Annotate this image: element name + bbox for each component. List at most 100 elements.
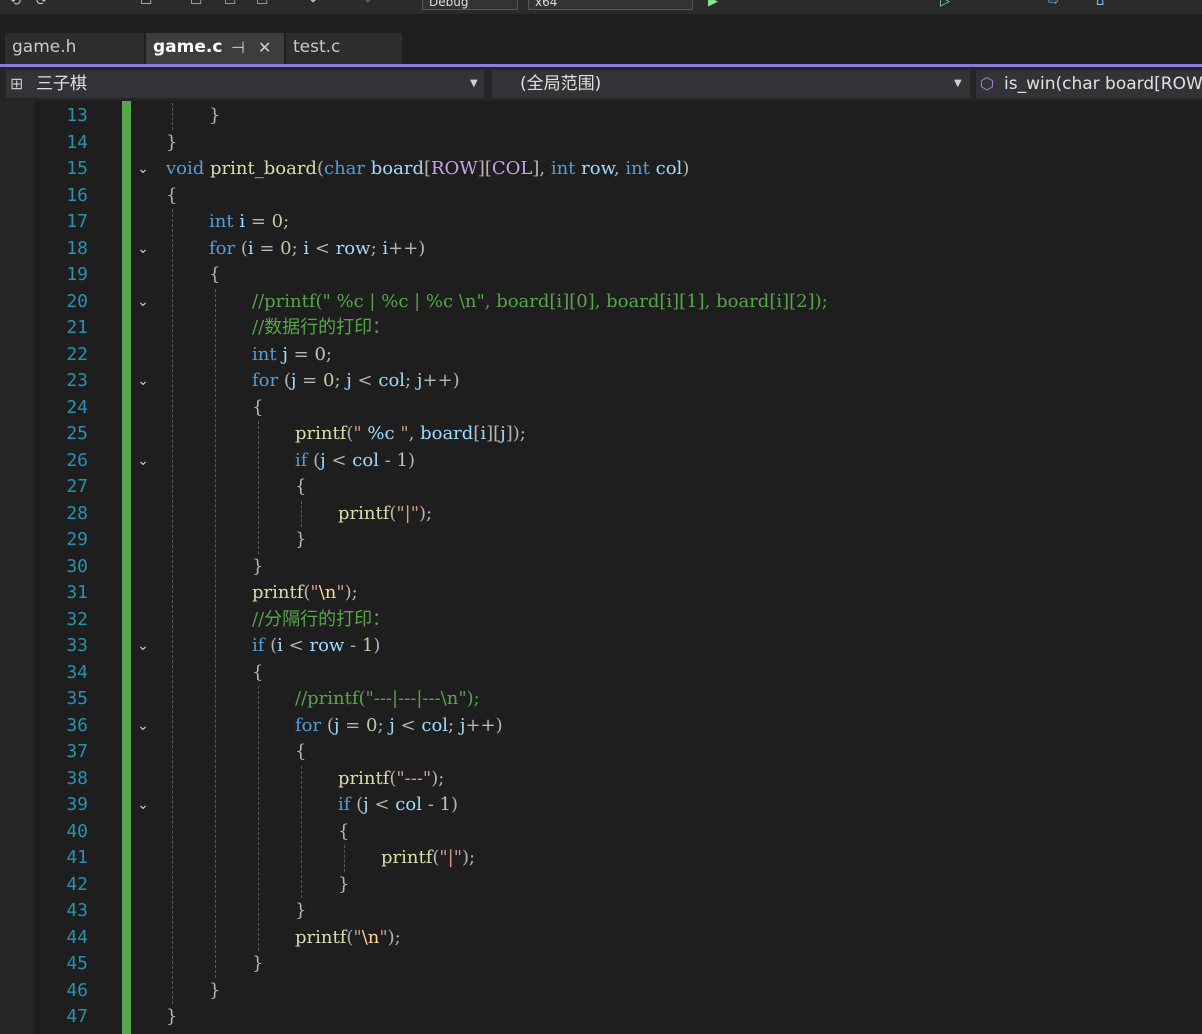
code-token: - <box>421 794 440 815</box>
line-number: 46 <box>66 979 88 1001</box>
forward-icon[interactable]: ⟳ <box>36 0 47 9</box>
redo-icon[interactable]: ↷ <box>360 0 371 9</box>
change-tracking-bar <box>122 101 131 1034</box>
code-line[interactable]: { <box>252 660 263 686</box>
code-line[interactable]: { <box>166 183 177 209</box>
code-token: for <box>252 370 279 391</box>
code-token: < <box>394 714 422 736</box>
code-line[interactable]: } <box>295 527 306 553</box>
solution-explorer-icon[interactable]: ⌂ <box>1096 0 1104 9</box>
code-token: } <box>295 900 307 921</box>
code-line[interactable]: for (i = 0; i < row; i++) <box>209 236 425 262</box>
line-number: 34 <box>66 661 88 683</box>
code-line[interactable]: } <box>252 951 263 977</box>
undo-icon[interactable]: ↶ <box>310 0 321 9</box>
code-token: if <box>252 635 265 656</box>
tab-test-c[interactable]: test.c <box>286 33 402 64</box>
start-without-debug-icon[interactable]: ▷ <box>940 0 950 9</box>
save-icon[interactable]: ▭ <box>224 0 236 9</box>
code-line[interactable]: printf("---"); <box>338 766 444 792</box>
fold-chevron-icon[interactable]: ⌄ <box>133 289 153 315</box>
fold-chevron-icon[interactable]: ⌄ <box>133 792 153 818</box>
fold-chevron-icon[interactable]: ⌄ <box>133 368 153 394</box>
code-token: for <box>295 714 322 736</box>
code-line[interactable]: { <box>295 739 306 765</box>
fold-chevron-icon[interactable]: ⌄ <box>133 713 153 739</box>
code-token: //printf(" %c | %c | %c \n", board[i][0]… <box>252 290 828 312</box>
code-token: %c <box>367 423 395 444</box>
back-icon[interactable]: ⟲ <box>10 0 21 9</box>
tab-game-c[interactable]: game.c ⊣ ✕ <box>146 33 284 64</box>
code-line[interactable]: } <box>209 978 220 1004</box>
code-editor[interactable]: 13} 14} 15 ⌄ void print_board(char board[ROW… <box>0 101 1202 1034</box>
code-line[interactable]: printf("|"); <box>338 501 432 527</box>
line-number: 28 <box>66 502 88 524</box>
code-token: 0 <box>365 714 378 736</box>
platform-dropdown[interactable]: x64 <box>528 0 693 10</box>
fold-chevron-icon[interactable]: ⌄ <box>133 633 153 659</box>
close-icon[interactable]: ✕ <box>258 33 271 62</box>
code-token: ; <box>448 714 460 736</box>
fold-chevron-icon[interactable]: ⌄ <box>133 448 153 474</box>
code-token: { <box>295 476 307 497</box>
project-dropdown[interactable]: ⊞ 三子棋 ▼ <box>6 70 484 98</box>
code-line[interactable]: } <box>166 1004 177 1030</box>
member-dropdown[interactable]: ⬡ is_win(char board[ROW <box>976 70 1202 98</box>
code-token: ) <box>682 158 690 179</box>
code-token: ); <box>431 767 445 789</box>
code-token: col <box>655 158 683 179</box>
line-number: 21 <box>66 317 88 338</box>
code-line[interactable]: { <box>209 262 220 288</box>
code-token: row <box>309 635 345 656</box>
pin-icon[interactable]: ⊣ <box>231 33 245 62</box>
indent-guide <box>172 209 173 1004</box>
code-line[interactable]: printf("|"); <box>381 845 475 871</box>
tab-game-h[interactable]: game.h <box>5 33 144 64</box>
live-share-icon[interactable]: ⇨ <box>1048 0 1059 9</box>
indicator-margin <box>0 101 34 1034</box>
code-line[interactable]: { <box>295 474 306 500</box>
code-line[interactable]: for (j = 0; j < col; j++) <box>295 713 503 739</box>
code-line[interactable]: } <box>209 103 220 129</box>
configuration-dropdown[interactable]: Debug <box>422 0 518 10</box>
code-line[interactable]: { <box>338 819 349 845</box>
code-line[interactable]: if (j < col - 1) <box>295 448 415 474</box>
code-token: { <box>166 184 178 206</box>
open-folder-icon[interactable]: ▭ <box>190 0 202 9</box>
code-line[interactable]: int i = 0; <box>209 209 289 235</box>
code-token: int <box>252 343 277 365</box>
code-line[interactable]: } <box>338 872 349 898</box>
code-token: } <box>252 555 264 577</box>
code-line[interactable]: printf(" %c ", board[i][j]); <box>295 421 526 447</box>
code-token: , <box>613 158 626 179</box>
code-token: board <box>420 423 474 444</box>
code-line[interactable]: printf("\n"); <box>252 580 358 606</box>
code-token: ) <box>407 449 415 471</box>
fold-chevron-icon[interactable]: ⌄ <box>133 156 153 182</box>
code-token: if <box>338 794 351 815</box>
save-all-icon[interactable]: ▭ <box>256 0 268 9</box>
new-file-icon[interactable]: ▭ <box>140 0 152 9</box>
code-line[interactable]: printf("\n"); <box>295 925 401 951</box>
code-line[interactable]: int j = 0; <box>252 342 332 368</box>
scope-dropdown[interactable]: (全局范围) ▼ <box>492 70 970 98</box>
code-line[interactable]: void print_board(char board[ROW][COL], i… <box>166 156 689 182</box>
code-line[interactable]: } <box>252 554 263 580</box>
code-line[interactable]: //printf("---|---|---\n"); <box>295 686 480 712</box>
code-line[interactable]: } <box>295 898 306 924</box>
code-line[interactable]: //printf(" %c | %c | %c \n", board[i][0]… <box>252 289 828 315</box>
code-token: col <box>421 714 449 736</box>
code-token: 1 <box>396 449 408 471</box>
code-line[interactable]: //分隔行的打印： <box>252 607 390 633</box>
start-debug-icon[interactable]: ▶ <box>708 0 718 9</box>
code-line[interactable]: } <box>166 130 177 156</box>
navigation-bar: ⊞ 三子棋 ▼ (全局范围) ▼ ⬡ is_win(char board[ROW <box>0 67 1202 101</box>
code-line[interactable]: if (i < row - 1) <box>252 633 380 659</box>
fold-chevron-icon[interactable]: ⌄ <box>133 236 153 262</box>
code-token: { <box>252 661 264 683</box>
code-line[interactable]: if (j < col - 1) <box>338 792 458 818</box>
code-line[interactable]: for (j = 0; j < col; j++) <box>252 368 460 394</box>
code-line[interactable]: { <box>252 395 263 421</box>
line-number: 40 <box>66 820 88 842</box>
code-line[interactable]: //数据行的打印： <box>252 315 390 341</box>
